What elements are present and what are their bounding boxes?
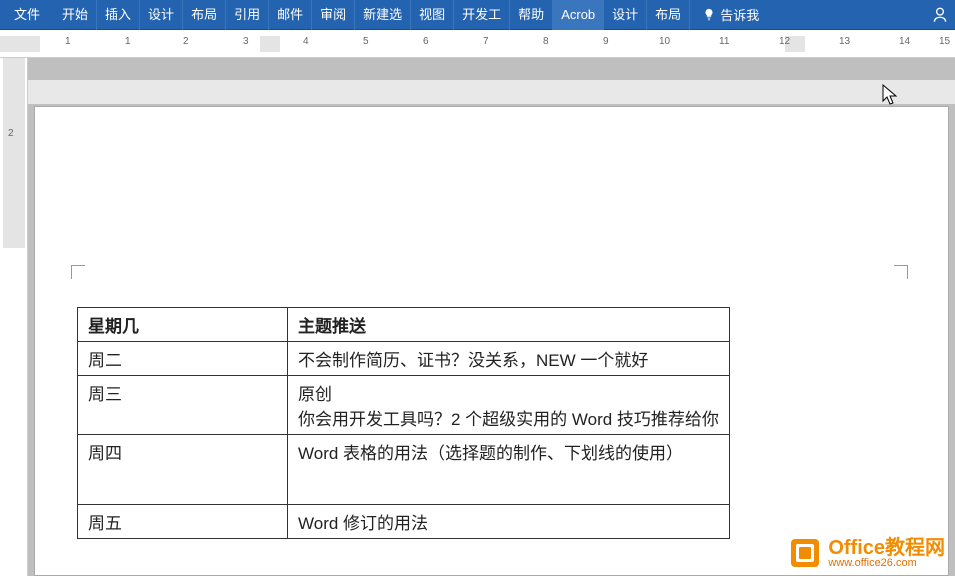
- cell-day[interactable]: 周五: [78, 505, 288, 539]
- ribbon-tabs: 文件 开始 插入 设计 布局 引用 邮件 审阅 新建选 视图 开发工 帮助 Ac…: [0, 0, 955, 30]
- ruler-horizontal[interactable]: 1 1 2 3 4 5 6 7 8 9 10 11 12 13 14 15: [0, 30, 955, 58]
- tab-newselect[interactable]: 新建选: [355, 0, 411, 30]
- cell-topic[interactable]: Word 表格的用法（选择题的制作、下划线的使用）: [288, 435, 730, 505]
- content-table[interactable]: 星期几 主题推送 周二 不会制作简历、证书？没关系，NEW 一个就好 周三 原创…: [77, 307, 730, 539]
- office-logo-icon: [788, 536, 822, 570]
- table-row: 周五 Word 修订的用法: [78, 505, 730, 539]
- tab-design2[interactable]: 设计: [604, 0, 647, 30]
- watermark-title: Office教程网: [828, 538, 945, 558]
- header-day[interactable]: 星期几: [78, 308, 288, 342]
- tab-acrobat[interactable]: Acrob: [553, 0, 604, 30]
- tab-file[interactable]: 文件: [0, 0, 54, 30]
- tab-design[interactable]: 设计: [140, 0, 183, 30]
- cell-day[interactable]: 周四: [78, 435, 288, 505]
- document-area: 星期几 主题推送 周二 不会制作简历、证书？没关系，NEW 一个就好 周三 原创…: [28, 58, 955, 576]
- tab-layout[interactable]: 布局: [183, 0, 226, 30]
- tab-developer[interactable]: 开发工: [454, 0, 510, 30]
- table-header-row: 星期几 主题推送: [78, 308, 730, 342]
- lightbulb-icon: [702, 8, 716, 22]
- tab-home[interactable]: 开始: [54, 0, 97, 30]
- watermark-url: www.office26.com: [828, 558, 945, 569]
- cell-topic[interactable]: 不会制作简历、证书？没关系，NEW 一个就好: [288, 342, 730, 376]
- cell-day[interactable]: 周三: [78, 376, 288, 435]
- tellme[interactable]: 告诉我: [702, 5, 759, 24]
- tab-view[interactable]: 视图: [411, 0, 454, 30]
- tab-insert[interactable]: 插入: [97, 0, 140, 30]
- table-row: 周二 不会制作简历、证书？没关系，NEW 一个就好: [78, 342, 730, 376]
- ruler-vertical[interactable]: 2: [0, 58, 28, 576]
- cell-day[interactable]: 周二: [78, 342, 288, 376]
- user-account-icon[interactable]: [931, 6, 949, 24]
- cell-topic[interactable]: Word 修订的用法: [288, 505, 730, 539]
- page[interactable]: 星期几 主题推送 周二 不会制作简历、证书？没关系，NEW 一个就好 周三 原创…: [34, 106, 949, 576]
- crop-mark-tl: [71, 265, 85, 279]
- table-row: 周四 Word 表格的用法（选择题的制作、下划线的使用）: [78, 435, 730, 505]
- watermark: Office教程网 www.office26.com: [788, 536, 945, 570]
- tab-layout2[interactable]: 布局: [647, 0, 690, 30]
- crop-mark-tr: [894, 265, 908, 279]
- tab-references[interactable]: 引用: [226, 0, 269, 30]
- tab-review[interactable]: 审阅: [312, 0, 355, 30]
- tellme-label: 告诉我: [720, 5, 759, 24]
- ruler-h-marks: 1 1 2 3 4 5 6 7 8 9 10 11 12 13 14 15: [30, 30, 955, 57]
- table-row: 周三 原创 你会用开发工具吗？2 个超级实用的 Word 技巧推荐给你: [78, 376, 730, 435]
- tab-mailings[interactable]: 邮件: [269, 0, 312, 30]
- tab-help[interactable]: 帮助: [510, 0, 553, 30]
- header-topic[interactable]: 主题推送: [288, 308, 730, 342]
- page-gap: [28, 80, 955, 104]
- cell-topic[interactable]: 原创 你会用开发工具吗？2 个超级实用的 Word 技巧推荐给你: [288, 376, 730, 435]
